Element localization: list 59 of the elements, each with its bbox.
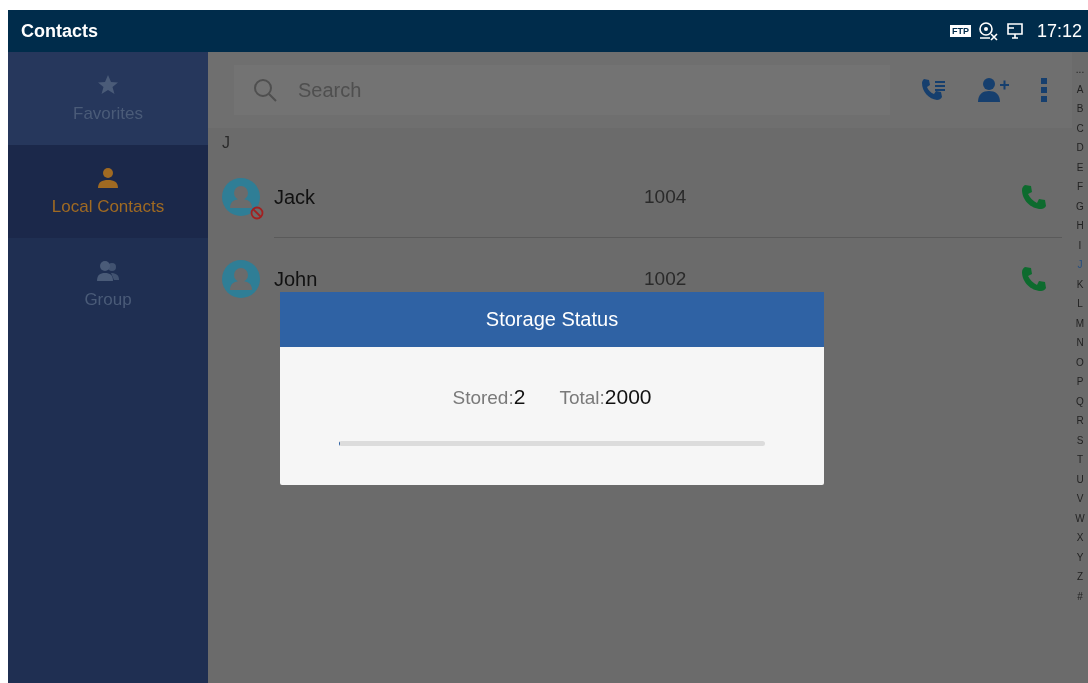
index-letter[interactable]: R: [1076, 411, 1084, 431]
index-letter[interactable]: P: [1076, 372, 1084, 392]
contact-name: John: [274, 267, 319, 291]
index-letter[interactable]: C: [1076, 118, 1084, 138]
index-letter[interactable]: N: [1076, 333, 1084, 353]
index-letter[interactable]: ...: [1075, 60, 1085, 80]
dialog-title: Storage Status: [280, 292, 824, 347]
add-contact-button[interactable]: [978, 77, 1010, 103]
avatar-icon: [222, 260, 260, 298]
index-letter[interactable]: K: [1076, 274, 1084, 294]
total-value: 2000: [604, 385, 652, 409]
call-log-button[interactable]: [920, 77, 948, 103]
stored-label: Stored:: [452, 387, 514, 409]
phone-icon: [1020, 183, 1048, 211]
search-icon: [252, 77, 278, 103]
stored-value: 2: [513, 385, 526, 409]
index-letter[interactable]: W: [1075, 508, 1085, 528]
index-letter[interactable]: X: [1076, 528, 1084, 548]
app-title: Contacts: [21, 20, 99, 42]
index-letter[interactable]: Y: [1076, 547, 1084, 567]
more-menu-button[interactable]: [1040, 77, 1048, 103]
star-icon: [97, 73, 119, 96]
index-letter[interactable]: J: [1077, 255, 1083, 275]
index-letter[interactable]: E: [1076, 157, 1084, 177]
index-letter[interactable]: #: [1077, 586, 1083, 606]
index-letter[interactable]: Q: [1076, 391, 1084, 411]
ftp-badge: FTP: [949, 25, 971, 37]
index-letter[interactable]: Z: [1076, 567, 1084, 587]
phone-icon: [1020, 265, 1048, 293]
index-letter[interactable]: G: [1076, 196, 1084, 216]
index-letter[interactable]: U: [1076, 469, 1084, 489]
monitor-icon: [1004, 21, 1025, 41]
person-icon: [97, 166, 119, 189]
group-icon: [97, 259, 119, 282]
call-button[interactable]: [1020, 183, 1048, 211]
index-letter[interactable]: T: [1076, 450, 1084, 470]
person-add-icon: [978, 77, 1010, 103]
index-letter[interactable]: A: [1076, 79, 1084, 99]
call-button[interactable]: [1020, 265, 1048, 293]
overflow-menu-icon: [1040, 77, 1048, 103]
index-letter[interactable]: F: [1076, 177, 1084, 197]
index-letter[interactable]: M: [1075, 313, 1085, 333]
index-letter[interactable]: H: [1076, 216, 1084, 236]
index-letter[interactable]: S: [1076, 430, 1084, 450]
sidebar-tab[interactable]: Local Contacts: [8, 145, 208, 238]
total-label: Total:: [559, 387, 605, 409]
index-letter[interactable]: V: [1076, 489, 1084, 509]
clock: 17:12: [1036, 20, 1082, 42]
index-letter[interactable]: D: [1076, 138, 1084, 158]
index-letter[interactable]: B: [1076, 99, 1084, 119]
contact-number: 1004: [644, 186, 688, 208]
section-letter: J: [221, 133, 231, 153]
index-letter[interactable]: L: [1077, 294, 1083, 314]
camera-off-icon: [976, 21, 999, 41]
index-letter[interactable]: O: [1076, 352, 1084, 372]
phone-list-icon: [920, 77, 948, 103]
avatar-icon: [222, 178, 260, 216]
contact-name: Jack: [274, 185, 317, 209]
contact-number: 1002: [644, 268, 688, 290]
